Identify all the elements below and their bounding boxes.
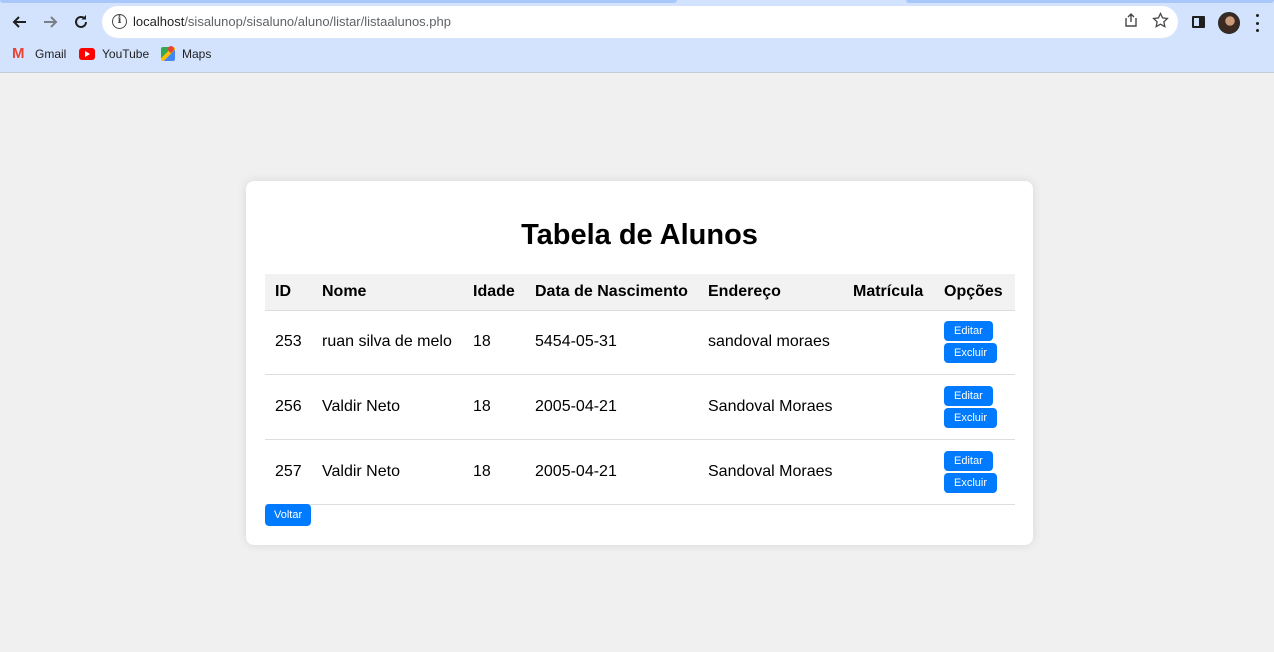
cell-nascimento: 2005-04-21 [525,374,698,440]
gmail-icon: M [12,45,25,62]
table-header: ID Nome Idade Data de Nascimento Endereç… [265,274,1015,311]
browser-chrome: i localhost/sisalunop/sisaluno/aluno/lis… [0,0,1274,73]
bookmark-maps[interactable]: Maps [161,47,211,61]
delete-button[interactable]: Excluir [944,472,998,493]
column-header-id: ID [265,274,312,311]
bookmark-label: Maps [182,47,212,61]
cell-opcoes: Editar Excluir [934,374,1015,440]
cell-id: 257 [265,439,312,505]
tab-strip-edge [0,0,677,3]
column-header-matricula: Matrícula [843,274,934,311]
cell-id: 256 [265,374,312,440]
edit-button[interactable]: Editar [944,321,993,342]
column-header-nascimento: Data de Nascimento [525,274,698,311]
url-path: /sisalunop/sisaluno/aluno/listar/listaal… [184,14,451,29]
students-table: ID Nome Idade Data de Nascimento Endereç… [265,274,1015,505]
url-host: localhost [133,14,185,29]
students-card: Tabela de Alunos ID Nome Idade Data de N… [246,181,1033,545]
cell-matricula [843,374,934,440]
column-header-nome: Nome [312,274,463,311]
tab-strip-edge [906,0,1274,3]
page-title: Tabela de Alunos [521,219,758,251]
bookmark-gmail[interactable]: M Gmail [12,45,67,62]
back-button[interactable] [6,6,32,38]
cell-nome: Valdir Neto [312,439,463,505]
forward-button[interactable] [38,6,64,38]
back-link-button[interactable]: Voltar [265,504,312,526]
reload-button[interactable] [68,6,94,38]
arrow-left-icon [12,16,26,28]
cell-idade: 18 [463,374,525,440]
column-header-endereco: Endereço [698,274,843,311]
cell-nome: ruan silva de melo [312,310,463,376]
share-icon[interactable] [1123,12,1139,33]
youtube-icon [79,48,95,60]
header-row: ID Nome Idade Data de Nascimento Endereç… [265,274,1015,311]
cell-nascimento: 2005-04-21 [525,439,698,505]
bookmark-star-icon[interactable] [1152,11,1169,34]
site-info-icon[interactable]: i [112,14,127,29]
cell-nascimento: 5454-05-31 [525,310,698,376]
column-header-opcoes: Opções [934,274,1015,311]
cell-endereco: Sandoval Moraes [698,374,843,440]
cell-opcoes: Editar Excluir [934,310,1015,376]
delete-button[interactable]: Excluir [944,343,998,364]
edit-button[interactable]: Editar [944,386,993,407]
cell-opcoes: Editar Excluir [934,439,1015,505]
cell-matricula [843,439,934,505]
table-row: 253 ruan silva de melo 18 5454-05-31 san… [265,310,1015,376]
cell-nome: Valdir Neto [312,374,463,440]
table-row: 257 Valdir Neto 18 2005-04-21 Sandoval M… [265,439,1015,505]
reload-icon [75,15,87,28]
bookmark-youtube[interactable]: YouTube [79,47,149,61]
table-body: 253 ruan silva de melo 18 5454-05-31 san… [265,310,1015,505]
delete-button[interactable]: Excluir [944,408,998,429]
cell-idade: 18 [463,310,525,376]
bookmark-label: YouTube [102,47,150,61]
cell-matricula [843,310,934,376]
cell-idade: 18 [463,439,525,505]
arrow-right-icon [44,16,58,28]
address-bar[interactable]: i localhost/sisalunop/sisaluno/aluno/lis… [102,6,1178,38]
maps-icon [161,47,175,61]
cell-endereco: sandoval moraes [698,310,843,376]
bookmark-label: Gmail [35,47,67,61]
students-table-wrapper: ID Nome Idade Data de Nascimento Endereç… [265,274,1015,505]
side-panel-icon[interactable] [1192,16,1205,28]
edit-button[interactable]: Editar [944,450,993,471]
profile-avatar[interactable] [1218,12,1240,34]
cell-id: 253 [265,310,312,376]
column-header-idade: Idade [463,274,525,311]
navigation-bar: i localhost/sisalunop/sisaluno/aluno/lis… [0,6,1274,40]
table-row: 256 Valdir Neto 18 2005-04-21 Sandoval M… [265,374,1015,440]
more-menu-icon[interactable] [1254,14,1260,32]
cell-endereco: Sandoval Moraes [698,439,843,505]
bookmarks-bar: M Gmail YouTube Maps [0,44,1274,66]
url-text[interactable]: localhost/sisalunop/sisaluno/aluno/lista… [133,14,451,29]
